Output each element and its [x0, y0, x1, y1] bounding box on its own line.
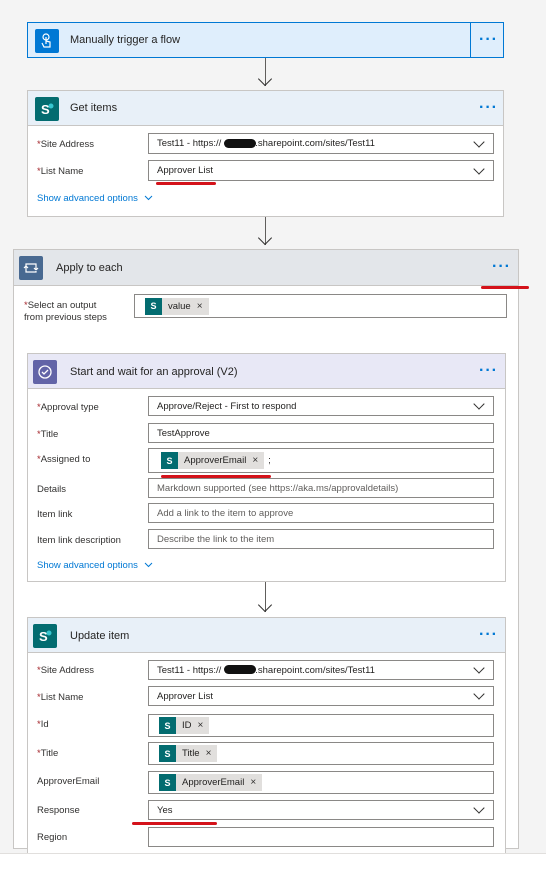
- trigger-card[interactable]: Manually trigger a flow ···: [27, 22, 504, 58]
- approval-menu-button[interactable]: ···: [479, 363, 498, 379]
- approver-email-input[interactable]: S ApproverEmail ×: [148, 771, 494, 794]
- details-label: Details: [37, 484, 67, 495]
- response-select[interactable]: Yes: [148, 800, 494, 820]
- title-label: *Title: [37, 429, 59, 440]
- sharepoint-icon: S: [145, 297, 162, 315]
- assigned-to-input[interactable]: S ApproverEmail × ;: [148, 448, 494, 473]
- list-name-label: *List Name: [37, 166, 84, 177]
- list-name-select[interactable]: Approver List: [148, 686, 494, 706]
- update-item-menu-button[interactable]: ···: [479, 627, 498, 643]
- assigned-to-label: *Assigned to: [37, 454, 91, 465]
- item-link-label: Item link: [37, 509, 73, 520]
- svg-text:S: S: [39, 629, 48, 644]
- connector-arrow: [257, 230, 273, 246]
- connector-arrow: [257, 71, 273, 87]
- sharepoint-icon: S: [33, 624, 57, 648]
- remove-token-icon[interactable]: ×: [197, 301, 203, 312]
- chevron-down-icon: [144, 562, 152, 568]
- list-name-label: *List Name: [37, 692, 84, 703]
- chevron-down-icon: [473, 398, 485, 410]
- apply-to-each-title: Apply to each: [56, 262, 123, 274]
- site-address-label: *Site Address: [37, 665, 95, 676]
- dynamic-content-token[interactable]: S ApproverEmail ×: [161, 452, 265, 469]
- loop-icon: [19, 256, 43, 280]
- select-output-input[interactable]: S value ×: [134, 294, 507, 318]
- redaction-mark: [224, 139, 256, 148]
- approval-type-select[interactable]: Approve/Reject - First to respond: [148, 396, 494, 416]
- approver-email-label: ApproverEmail: [37, 776, 100, 787]
- remove-token-icon[interactable]: ×: [206, 748, 212, 759]
- touch-icon: [35, 29, 59, 53]
- approval-type-label: *Approval type: [37, 402, 99, 413]
- trigger-menu-button[interactable]: ···: [479, 32, 498, 48]
- title-input[interactable]: S Title ×: [148, 742, 494, 765]
- sharepoint-icon: S: [159, 745, 176, 762]
- id-input[interactable]: S ID ×: [148, 714, 494, 737]
- details-input[interactable]: Markdown supported (see https://aka.ms/a…: [148, 478, 494, 498]
- dynamic-content-token[interactable]: S ID ×: [159, 717, 210, 734]
- chevron-down-icon: [473, 802, 485, 814]
- approval-title: Start and wait for an approval (V2): [70, 366, 238, 378]
- item-link-description-input[interactable]: Describe the link to the item: [148, 529, 494, 549]
- chevron-down-icon: [144, 195, 152, 201]
- update-item-card: S Update item ··· *Site Address Test11 -…: [27, 617, 506, 857]
- annotation-underline: [156, 182, 216, 185]
- show-advanced-options-link[interactable]: Show advanced options: [37, 193, 153, 204]
- sharepoint-icon: S: [159, 717, 176, 734]
- chevron-down-icon: [473, 135, 485, 148]
- apply-to-each-menu-button[interactable]: ···: [492, 259, 511, 275]
- remove-token-icon[interactable]: ×: [198, 720, 204, 731]
- get-items-card: S Get items ··· *Site Address Test11 - h…: [27, 90, 504, 217]
- title-input[interactable]: TestApprove: [148, 423, 494, 443]
- redaction-mark: [224, 665, 256, 674]
- site-address-label: *Site Address: [37, 139, 95, 150]
- region-label: Region: [37, 832, 68, 843]
- item-link-description-label: Item link description: [37, 535, 121, 546]
- chevron-down-icon: [473, 662, 485, 674]
- page-bottom-edge: [0, 853, 546, 873]
- get-items-menu-button[interactable]: ···: [479, 100, 498, 116]
- item-link-input[interactable]: Add a link to the item to approve: [148, 503, 494, 523]
- sharepoint-icon: S: [161, 452, 178, 469]
- title-label: *Title: [37, 748, 59, 759]
- list-name-select[interactable]: Approver List: [148, 160, 494, 181]
- sharepoint-icon: S: [159, 774, 176, 791]
- show-advanced-options-link[interactable]: Show advanced options: [37, 560, 153, 571]
- dynamic-content-token[interactable]: S value ×: [145, 297, 209, 315]
- remove-token-icon[interactable]: ×: [252, 455, 258, 466]
- update-item-title: Update item: [70, 630, 130, 642]
- approval-icon: [33, 360, 57, 384]
- sharepoint-icon: S: [35, 97, 59, 121]
- region-input[interactable]: [148, 827, 494, 847]
- response-label: Response: [37, 805, 80, 816]
- svg-text:S: S: [41, 102, 50, 117]
- site-address-select[interactable]: Test11 - https://.sharepoint.com/sites/T…: [148, 660, 494, 680]
- select-output-label: *Select an output from previous steps: [24, 300, 107, 323]
- get-items-title: Get items: [70, 102, 118, 114]
- id-label: *Id: [37, 719, 49, 730]
- dynamic-content-token[interactable]: S Title ×: [159, 745, 218, 762]
- site-address-select[interactable]: Test11 - https://.sharepoint.com/sites/T…: [148, 133, 494, 154]
- remove-token-icon[interactable]: ×: [250, 777, 256, 788]
- approval-card: Start and wait for an approval (V2) ··· …: [27, 353, 506, 582]
- annotation-underline: [481, 286, 529, 289]
- chevron-down-icon: [473, 688, 485, 700]
- trigger-title: Manually trigger a flow: [70, 34, 181, 46]
- chevron-down-icon: [473, 162, 485, 175]
- annotation-underline: [132, 822, 217, 825]
- dynamic-content-token[interactable]: S ApproverEmail ×: [159, 774, 263, 791]
